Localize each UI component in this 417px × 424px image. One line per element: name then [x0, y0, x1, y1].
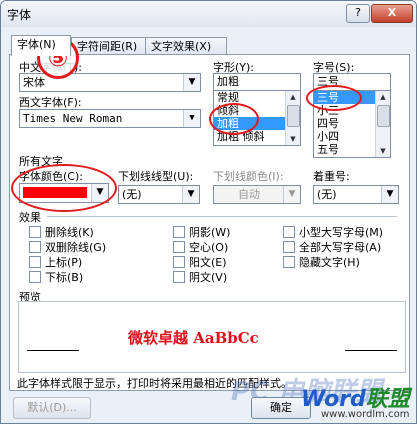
checkbox-box[interactable] [29, 271, 41, 283]
checkbox-emboss[interactable]: 阳文(E) [173, 256, 227, 270]
title-bar: 字体 ? X [1, 1, 416, 27]
effects-label: 效果 [19, 211, 41, 224]
highlight-circle [11, 164, 117, 212]
checkbox-box[interactable] [29, 241, 41, 253]
style-input[interactable]: 加粗 [213, 73, 301, 91]
checkbox-label: 上标(P) [45, 256, 83, 269]
tab-font[interactable]: 字体(N) [11, 35, 71, 56]
underline-style-combo[interactable]: (无) ▼ [118, 185, 200, 204]
checkbox-all-caps[interactable]: 全部大写字母(A) [283, 241, 381, 255]
scroll-up-icon[interactable]: ▲ [376, 91, 390, 103]
highlight-circle [209, 103, 259, 135]
tab-text-effects[interactable]: 文字效果(X) [145, 37, 227, 55]
scroll-down-icon[interactable]: ▼ [286, 133, 300, 145]
underline-style-value: (无) [122, 188, 142, 201]
checkbox-label: 双删除线(G) [45, 241, 107, 254]
underline-color-value: 自动 [238, 188, 260, 201]
western-font-value: Times New Roman [23, 112, 123, 125]
chevron-down-icon: ▼ [283, 186, 300, 203]
checkbox-outline[interactable]: 空心(O) [173, 241, 228, 255]
checkbox-label: 阴影(W) [189, 226, 231, 239]
checkbox-small-caps[interactable]: 小型大写字母(M) [283, 226, 383, 240]
underline-style-label: 下划线线型(U): [118, 170, 194, 183]
close-button[interactable]: X [371, 4, 413, 23]
underline-color-combo: 自动 ▼ [213, 185, 301, 204]
chevron-down-icon[interactable]: ▼ [183, 74, 200, 91]
checkbox-label: 下标(B) [45, 271, 84, 284]
checkbox-label: 阳文(E) [189, 256, 227, 269]
checkbox-box[interactable] [283, 256, 295, 268]
checkbox-box[interactable] [283, 226, 295, 238]
scrollbar[interactable]: ▲ ▼ [285, 91, 300, 145]
underline-color-label: 下划线颜色(I): [213, 170, 284, 183]
scroll-thumb[interactable] [377, 105, 390, 127]
chevron-down-icon[interactable]: ▼ [183, 110, 200, 127]
checkbox-box[interactable] [283, 241, 295, 253]
chevron-down-icon[interactable]: ▼ [381, 186, 398, 203]
effects-divider [47, 216, 397, 217]
western-font-label: 西文字体(F): [19, 96, 82, 109]
default-button: 默认(D)... [13, 397, 91, 419]
checkbox-double-strikethrough[interactable]: 双删除线(G) [29, 241, 106, 255]
chevron-down-icon[interactable]: ▼ [182, 186, 199, 203]
highlight-circle [306, 85, 362, 111]
font-dialog: 字体 ? X 字体(N) 字符间距(R) 文字效果(X) 中文字体(T): 宋体… [0, 0, 417, 424]
cn-font-value: 宋体 [23, 76, 45, 89]
checkbox-hidden[interactable]: 隐藏文字(H) [283, 256, 360, 270]
checkbox-label: 阴文(V) [189, 271, 228, 284]
checkbox-shadow[interactable]: 阴影(W) [173, 226, 230, 240]
emphasis-value: (无) [317, 188, 337, 201]
checkbox-label: 删除线(K) [45, 226, 94, 239]
scroll-thumb[interactable] [287, 105, 300, 127]
style-input-value: 加粗 [217, 75, 239, 88]
emphasis-label: 着重号: [313, 170, 350, 183]
checkbox-subscript[interactable]: 下标(B) [29, 271, 83, 285]
scroll-down-icon[interactable]: ▼ [376, 145, 390, 157]
watermark-url: www.wordlm.com [321, 409, 410, 420]
preview-box: 微软卓越 AaBbCc [18, 301, 406, 373]
emphasis-combo[interactable]: (无) ▼ [313, 185, 399, 204]
checkbox-label: 隐藏文字(H) [299, 256, 360, 269]
checkbox-strikethrough[interactable]: 删除线(K) [29, 226, 94, 240]
scroll-up-icon[interactable]: ▲ [286, 91, 300, 103]
checkbox-box[interactable] [173, 241, 185, 253]
checkbox-box[interactable] [29, 256, 41, 268]
western-font-combo[interactable]: Times New Roman ▼ [19, 109, 201, 128]
checkbox-label: 小型大写字母(M) [299, 226, 384, 239]
tab-character-spacing[interactable]: 字符间距(R) [71, 37, 151, 55]
checkbox-box[interactable] [29, 226, 41, 238]
checkbox-box[interactable] [173, 271, 185, 283]
help-button[interactable]: ? [346, 4, 370, 23]
scrollbar[interactable]: ▲ ▼ [375, 91, 390, 157]
dialog-title: 字体 [7, 8, 32, 22]
checkbox-label: 全部大写字母(A) [299, 241, 382, 254]
checkbox-engrave[interactable]: 阴文(V) [173, 271, 227, 285]
preview-text: 微软卓越 AaBbCc [128, 329, 259, 347]
checkbox-box[interactable] [173, 256, 185, 268]
preview-baseline-right [345, 350, 397, 351]
checkbox-box[interactable] [173, 226, 185, 238]
preview-baseline-left [27, 350, 79, 351]
checkbox-superscript[interactable]: 上标(P) [29, 256, 82, 270]
checkbox-label: 空心(O) [189, 241, 229, 254]
